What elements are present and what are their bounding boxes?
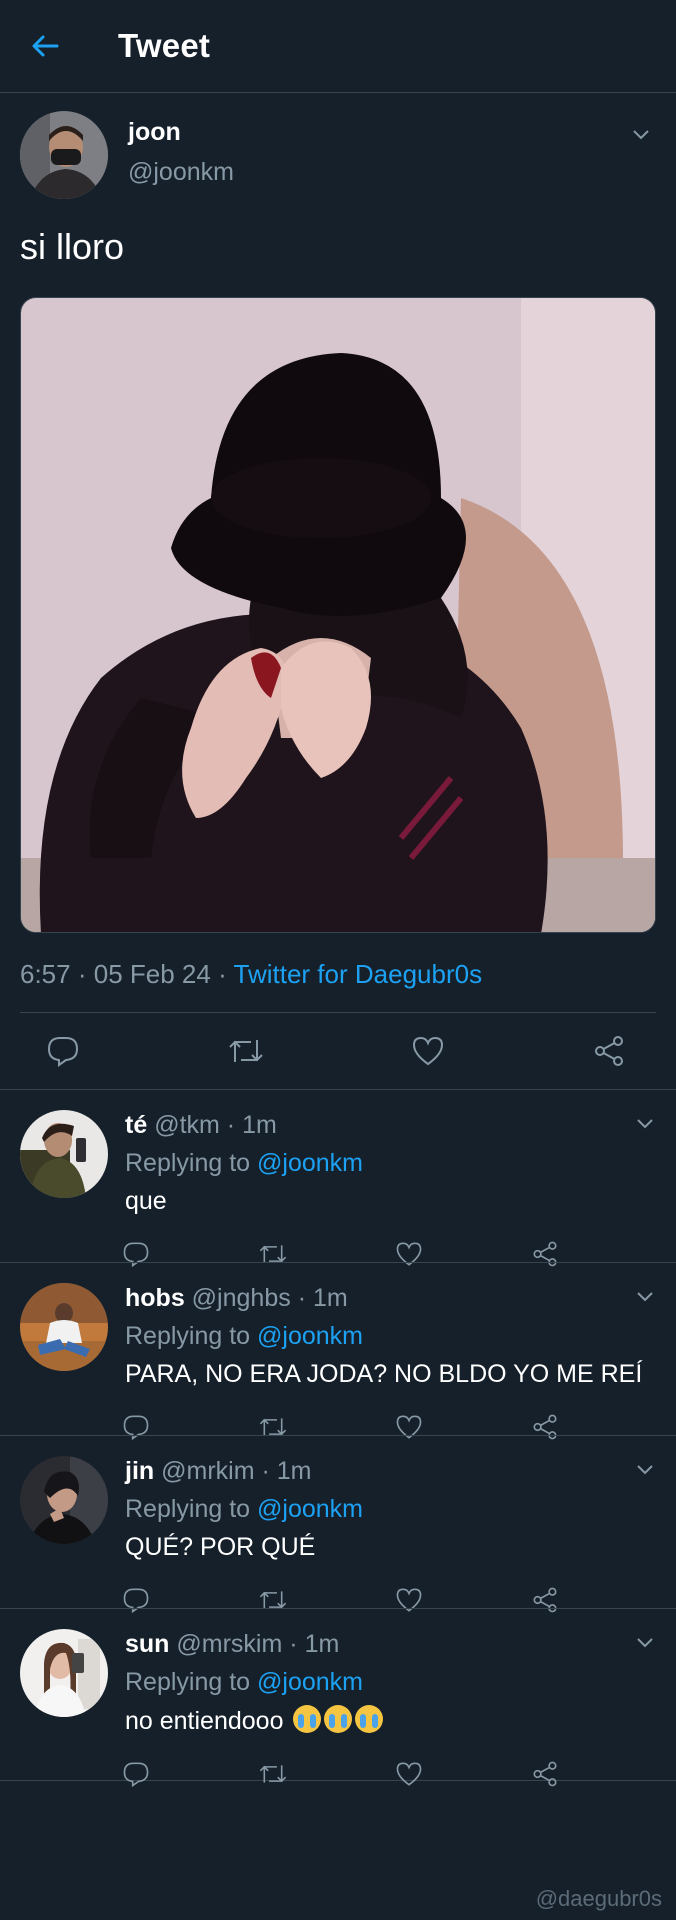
chevron-down-icon[interactable] [634,1631,656,1653]
reply-text: que [125,1187,167,1215]
chevron-down-icon[interactable] [634,1458,656,1480]
avatar[interactable] [20,111,108,199]
page-title: Tweet [118,27,211,64]
reply-author-name[interactable]: jin [125,1457,154,1485]
reply-text: QUÉ? POR QUÉ [125,1533,316,1561]
share-icon[interactable] [592,1034,626,1068]
chevron-down-icon[interactable] [630,123,652,145]
retweet-icon[interactable] [227,1034,265,1068]
reply-time: 1m [304,1630,340,1658]
tweet-actions [0,1013,676,1089]
watermark: @daegubr0s [535,1886,662,1911]
reply-text: PARA, NO ERA JODA? NO BLDO YO ME REÍ [125,1360,643,1388]
author-handle[interactable]: @joonkm [128,153,234,191]
reply-text: no entiendooo [125,1707,284,1735]
reply-time: 1m [242,1111,277,1139]
separator: · [218,959,227,989]
chevron-down-icon[interactable] [634,1112,656,1134]
reply-author-handle[interactable]: @jnghbs [192,1284,291,1312]
mention-link[interactable]: @joonkm [257,1495,363,1523]
reply-author-handle[interactable]: @mrkim [161,1457,254,1485]
reply-icon[interactable] [122,1760,150,1788]
reply-author-handle[interactable]: @mrskim [176,1630,282,1658]
replying-to-label: Replying to [125,1668,251,1696]
retweet-icon[interactable] [258,1760,288,1788]
separator: · [261,1457,270,1485]
reply-item[interactable]: té @tkm · 1m Replying to @joonkm que [0,1089,676,1268]
reply-author-name[interactable]: sun [125,1630,169,1658]
tweet-time: 6:57 [20,959,71,989]
reply-author-handle[interactable]: @tkm [154,1111,220,1139]
tweet-source-link[interactable]: Twitter for Daegubr0s [234,959,483,989]
crying-face-emoji [324,1705,353,1733]
back-arrow-icon [32,35,59,57]
reply-item[interactable]: jin @mrkim · 1m Replying to @joonkm QUÉ?… [0,1435,676,1614]
mention-link[interactable]: @joonkm [257,1149,363,1177]
avatar[interactable] [20,1629,108,1717]
main-tweet: joon @joonkm si lloro 6:57 · 05 Feb 24 ·… [0,93,676,1013]
like-icon[interactable] [411,1034,445,1068]
reply-author-name[interactable]: té [125,1111,147,1139]
separator: · [297,1284,307,1312]
reply-item[interactable]: hobs @jnghbs · 1m Replying to @joonkm PA… [0,1262,676,1441]
replies-list: té @tkm · 1m Replying to @joonkm que hob… [0,1089,676,1788]
crying-face-emoji [355,1705,384,1733]
share-icon[interactable] [531,1760,559,1788]
separator: · [226,1111,236,1139]
chevron-down-icon[interactable] [634,1285,656,1307]
tweet-date: 05 Feb 24 [93,959,211,989]
replying-to-label: Replying to [125,1495,251,1523]
tweet-text: si lloro [20,226,125,267]
avatar[interactable] [20,1456,108,1544]
tweet-meta: 6:57 · 05 Feb 24 · Twitter for Daegubr0s [20,959,656,1013]
mention-link[interactable]: @joonkm [257,1668,363,1696]
separator: · [77,959,87,989]
reply-icon[interactable] [46,1034,80,1068]
crying-person-photo [21,298,655,932]
separator: · [289,1630,298,1658]
reply-author-name[interactable]: hobs [125,1284,185,1312]
avatar[interactable] [20,1110,108,1198]
reply-item[interactable]: sun @mrskim · 1m Replying to @joonkm no … [0,1608,676,1788]
tweet-image[interactable] [20,297,656,933]
back-button[interactable] [20,21,70,71]
author-name[interactable]: joon [128,115,234,149]
avatar[interactable] [20,1283,108,1371]
reply-time: 1m [312,1284,348,1312]
replying-to-label: Replying to [125,1322,251,1350]
crying-face-emoji [293,1705,322,1733]
mention-link[interactable]: @joonkm [257,1322,363,1350]
top-bar: Tweet [0,0,676,93]
replying-to-label: Replying to [125,1149,251,1177]
reply-time: 1m [276,1457,312,1485]
like-icon[interactable] [395,1760,423,1788]
